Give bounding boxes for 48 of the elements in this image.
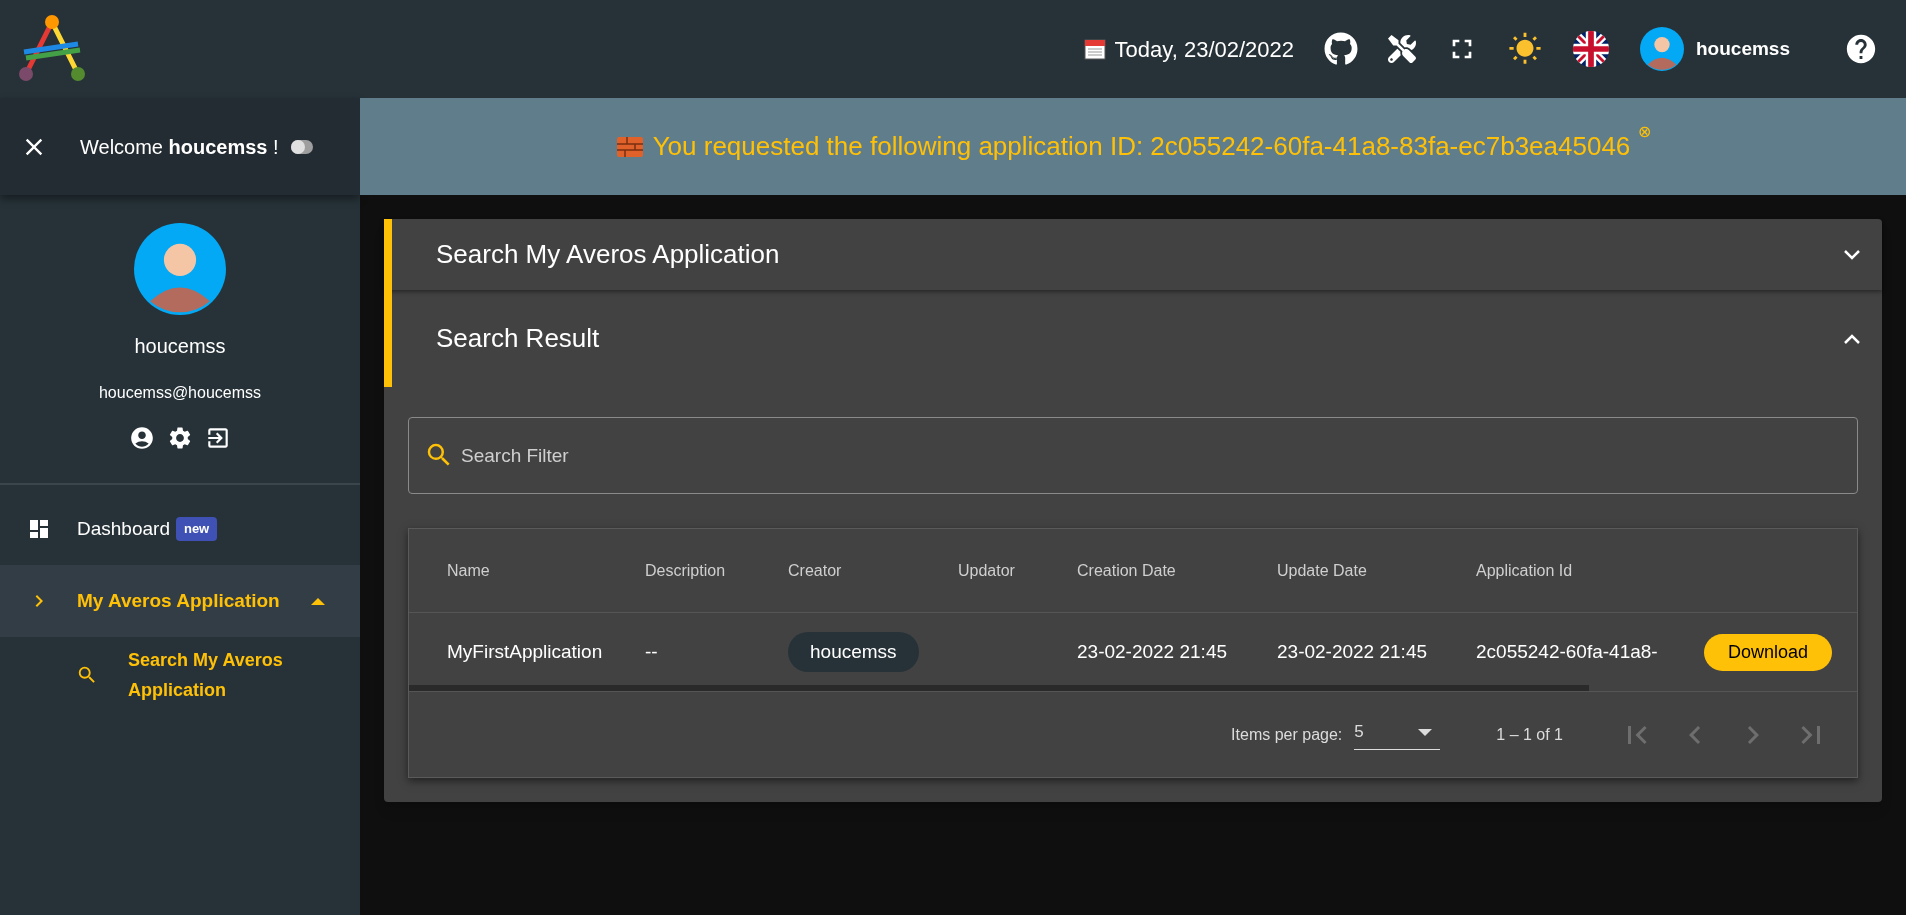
caret-icon — [311, 597, 325, 605]
caret-icon — [1418, 728, 1433, 736]
banner-message: You requested the following application ID: 2c055242-60fa-41a8-83fa-ec7b3ea45046 — [652, 130, 1631, 163]
table-cell: 23-02-2022 21:45 — [1077, 640, 1227, 662]
help-icon[interactable] — [1844, 32, 1878, 66]
theme-toggle[interactable] — [290, 139, 313, 154]
column-header: Creation Date — [1077, 560, 1177, 581]
avatar-icon — [1640, 27, 1684, 71]
search-field[interactable]: Search Filter — [408, 417, 1858, 494]
chevron-up-icon — [1844, 333, 1860, 344]
flag-icon[interactable] — [1572, 30, 1610, 68]
table-cell: MyFirstApplication — [447, 640, 603, 662]
panel-header[interactable]: Search My Averos Application — [384, 219, 1882, 290]
table-cell: 23-02-2022 21:45 — [1277, 640, 1427, 662]
download-button[interactable]: Download — [1704, 633, 1833, 671]
calendar-icon — [1082, 37, 1107, 61]
creator-chip: houcemss — [788, 631, 919, 673]
avatar-icon — [134, 223, 226, 315]
column-header: Name — [446, 560, 491, 581]
profile-name: houcemss — [134, 334, 226, 359]
sun-icon[interactable] — [1508, 32, 1542, 66]
chevron-down-icon — [1844, 249, 1860, 260]
panel-header[interactable]: Search Result — [384, 290, 1882, 387]
column-header: Description — [645, 560, 727, 581]
sidebar-subitem[interactable]: Search My Averos Application — [0, 637, 360, 713]
column-header: Update Date — [1277, 560, 1368, 581]
settings-icon[interactable] — [167, 425, 193, 451]
date-text: Today, 23/02/2022 — [1114, 35, 1294, 64]
dashboard-icon — [27, 517, 51, 541]
sidebar-item[interactable]: Dashboard new — [0, 493, 360, 565]
user-name[interactable]: houcemss — [1696, 34, 1790, 64]
table-cell: -- — [645, 640, 658, 662]
profile-email: houcemss@houcemss — [98, 383, 262, 403]
sidebar-item[interactable]: My Averos Application — [0, 565, 360, 637]
new-badge: new — [175, 517, 218, 541]
column-header: Creator — [788, 560, 843, 581]
tools-icon[interactable] — [1388, 35, 1416, 63]
page-size-select[interactable]: 5 — [1354, 719, 1441, 750]
table-cell: 2c055242-60fa-41a8- — [1476, 640, 1658, 662]
page-range: 1 – 1 of 1 — [1496, 724, 1563, 745]
github-icon[interactable] — [1324, 32, 1358, 66]
column-header: Application Id — [1476, 560, 1574, 581]
column-header: Updator — [958, 560, 1016, 581]
search-icon — [76, 664, 98, 686]
items-per-page-label: Items per page: — [1231, 724, 1343, 745]
welcome-text: Welcome houcemss ! — [80, 134, 279, 160]
account-icon[interactable] — [129, 425, 155, 451]
logout-icon[interactable] — [205, 425, 231, 451]
